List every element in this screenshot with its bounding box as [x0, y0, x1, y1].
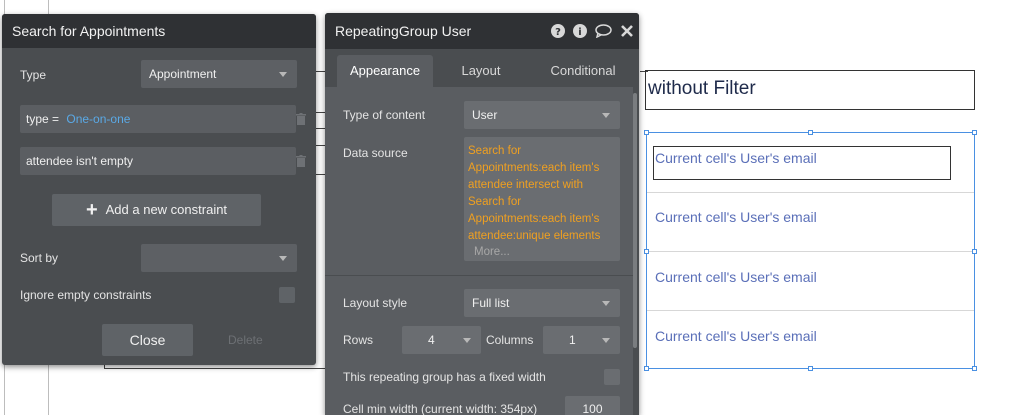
- columns-dropdown[interactable]: 1: [543, 326, 620, 354]
- add-constraint-button[interactable]: + Add a new constraint: [52, 194, 261, 226]
- resize-handle[interactable]: [972, 366, 977, 371]
- rg-panel-header: RepeatingGroup User: [325, 13, 639, 49]
- close-button-label: Close: [129, 332, 166, 348]
- layout-style-value: Full list: [472, 296, 510, 310]
- search-panel-title[interactable]: Search for Appointments: [2, 14, 316, 48]
- tab-appearance[interactable]: Appearance: [337, 55, 433, 87]
- resize-handle[interactable]: [644, 249, 649, 254]
- tab-conditional[interactable]: Conditional: [535, 55, 631, 87]
- resize-handle[interactable]: [808, 366, 813, 371]
- rg-cell-divider: [647, 251, 974, 252]
- layout-style-dropdown[interactable]: Full list: [464, 289, 620, 317]
- type-of-content-label: Type of content: [343, 108, 426, 122]
- close-icon[interactable]: [621, 25, 633, 37]
- help-icon[interactable]: ?: [551, 24, 565, 38]
- data-source-field[interactable]: Search for Appointments:each item's atte…: [464, 137, 620, 261]
- tab-layout[interactable]: Layout: [445, 55, 517, 87]
- canvas-connector-line: [104, 368, 328, 369]
- resize-handle[interactable]: [972, 130, 977, 135]
- sort-by-dropdown[interactable]: [141, 244, 297, 272]
- chevron-down-icon: [463, 338, 471, 343]
- cell-min-width-input[interactable]: 100: [565, 396, 620, 415]
- rows-dropdown[interactable]: 4: [402, 326, 481, 354]
- constraint-type-field[interactable]: type = One-on-one: [20, 105, 296, 133]
- scrollbar[interactable]: [633, 93, 637, 348]
- chevron-down-icon: [279, 256, 287, 261]
- comment-icon[interactable]: [595, 24, 612, 38]
- sort-by-label: Sort by: [20, 251, 59, 265]
- filter-title-text: without Filter: [648, 78, 756, 99]
- chevron-down-icon: [279, 72, 287, 77]
- constraint-attendee-text: attendee isn't empty: [26, 154, 134, 168]
- plus-icon: +: [85, 199, 98, 221]
- chevron-down-icon: [602, 113, 610, 118]
- resize-handle[interactable]: [644, 130, 649, 135]
- repeating-group-panel: RepeatingGroup User ? i Appearance Layou…: [325, 13, 639, 415]
- filter-title-box[interactable]: without Filter: [645, 70, 975, 110]
- cell-min-width-value: 100: [582, 402, 603, 415]
- rg-cell-email-text[interactable]: Current cell's User's email: [655, 269, 817, 285]
- rows-value: 4: [428, 333, 435, 347]
- type-label: Type: [20, 68, 47, 82]
- data-source-line: Search for: [468, 145, 522, 157]
- chevron-down-icon: [602, 338, 610, 343]
- type-dropdown-value: Appointment: [149, 67, 217, 81]
- tab-label: Layout: [461, 63, 501, 78]
- ignore-empty-checkbox[interactable]: [279, 287, 295, 303]
- section-divider: [325, 275, 633, 276]
- fixed-width-checkbox[interactable]: [604, 369, 620, 385]
- data-source-line: Appointments:each item's: [468, 213, 600, 225]
- more-link[interactable]: More...: [468, 245, 616, 259]
- columns-value: 1: [569, 333, 576, 347]
- type-dropdown[interactable]: Appointment: [141, 60, 297, 88]
- svg-text:i: i: [578, 27, 581, 38]
- data-source-line: attendee:unique elements: [468, 230, 601, 242]
- search-panel: Search for Appointments Type Appointment…: [2, 14, 316, 365]
- data-source-label: Data source: [343, 146, 408, 160]
- trash-icon[interactable]: [296, 155, 306, 167]
- resize-handle[interactable]: [972, 249, 977, 254]
- rg-panel-title[interactable]: RepeatingGroup User: [335, 23, 471, 39]
- layout-style-label: Layout style: [343, 296, 408, 310]
- resize-handle[interactable]: [808, 130, 813, 135]
- type-of-content-value: User: [472, 108, 498, 122]
- data-source-line: Search for: [468, 196, 522, 208]
- cell-min-width-label: Cell min width (current width: 354px): [343, 402, 538, 415]
- resize-handle[interactable]: [644, 366, 649, 371]
- constraint-attendee-field[interactable]: attendee isn't empty: [20, 147, 296, 175]
- constraint-value-link[interactable]: One-on-one: [66, 112, 130, 126]
- ignore-empty-label: Ignore empty constraints: [20, 288, 152, 302]
- data-source-line: attendee intersect with: [468, 179, 584, 191]
- info-icon[interactable]: i: [573, 24, 587, 38]
- data-source-line: Appointments:each item's: [468, 162, 600, 174]
- chevron-down-icon: [602, 301, 610, 306]
- tab-label: Appearance: [349, 63, 421, 78]
- rg-cell-divider: [647, 310, 974, 311]
- svg-text:?: ?: [555, 27, 561, 38]
- fixed-width-label: This repeating group has a fixed width: [343, 370, 546, 384]
- type-of-content-dropdown[interactable]: User: [464, 101, 620, 129]
- rg-cell-email-text[interactable]: Current cell's User's email: [655, 150, 817, 166]
- constraint-key: type =: [26, 112, 60, 126]
- tab-label: Conditional: [550, 63, 616, 78]
- close-button[interactable]: Close: [102, 324, 193, 356]
- rg-cell-email-text[interactable]: Current cell's User's email: [655, 328, 817, 344]
- rg-cell-email-text[interactable]: Current cell's User's email: [655, 209, 817, 225]
- trash-icon[interactable]: [296, 113, 306, 125]
- rows-label: Rows: [343, 333, 374, 347]
- delete-button[interactable]: Delete: [228, 333, 263, 347]
- columns-label: Columns: [486, 333, 534, 347]
- add-constraint-label: Add a new constraint: [105, 202, 228, 217]
- rg-cell-divider: [647, 192, 974, 193]
